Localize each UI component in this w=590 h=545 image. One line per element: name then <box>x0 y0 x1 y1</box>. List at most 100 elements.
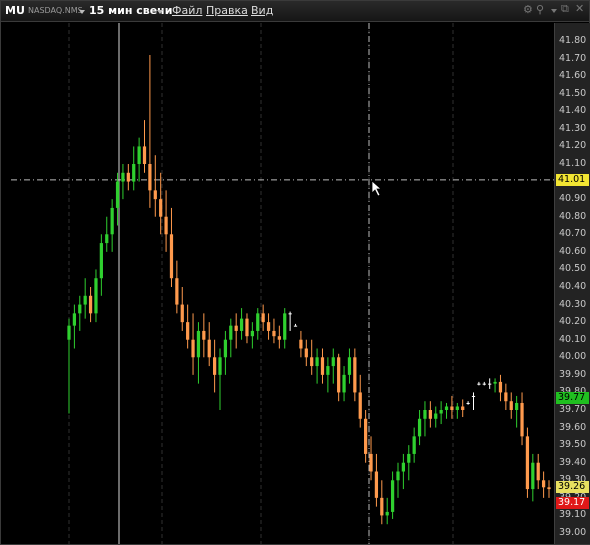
exchange-label[interactable]: NASDAQ.NMS <box>28 6 83 15</box>
price-tick-label: 40.20 <box>559 316 587 328</box>
window-menu-icon[interactable] <box>551 9 557 13</box>
candle-body <box>277 336 281 340</box>
candle-body <box>234 325 238 331</box>
candle-body <box>488 383 492 385</box>
price-tick-label: 41.60 <box>559 70 587 82</box>
candle-body <box>477 383 481 385</box>
candle-body <box>261 313 265 323</box>
candle-body <box>347 357 352 375</box>
last-price-label: 39.26 <box>556 481 589 494</box>
candle-body <box>250 330 254 337</box>
candle-body <box>520 402 524 437</box>
candle-body <box>434 413 438 419</box>
candle-body <box>493 381 497 384</box>
chart-window: MU NASDAQ.NMS 15 мин свечи Файл Правка В… <box>0 0 590 545</box>
candle-body <box>439 410 443 414</box>
candle-body <box>159 199 163 217</box>
candle-body <box>536 462 540 481</box>
candle-body <box>504 392 508 402</box>
candle-body <box>288 313 292 315</box>
settings-icon[interactable]: ⚙ <box>523 3 533 16</box>
price-tick-label: 39.90 <box>559 368 587 380</box>
price-tick-label: 41.20 <box>559 140 587 152</box>
candle-body <box>525 436 530 490</box>
candle-body <box>304 348 308 358</box>
candle-body <box>531 462 535 490</box>
candle-body <box>256 313 260 331</box>
price-tick-label: 40.00 <box>559 351 587 363</box>
price-tick-label: 41.30 <box>559 122 587 134</box>
candle-body <box>272 330 276 337</box>
candle-body <box>390 480 395 512</box>
candle-body <box>88 295 93 314</box>
candle-body <box>283 313 287 340</box>
candle-body <box>148 164 152 191</box>
candle-body <box>223 339 228 358</box>
candle-body <box>374 471 379 498</box>
candle-body <box>331 357 335 367</box>
candle-body <box>132 164 136 182</box>
candle-body <box>364 418 368 454</box>
price-tick-label: 41.70 <box>559 52 587 64</box>
menu-edit[interactable]: Правка <box>206 4 248 17</box>
candle-body <box>175 278 179 305</box>
candle-body <box>299 339 303 349</box>
interval-dropdown-icon[interactable] <box>157 10 163 14</box>
price-tick-label: 40.40 <box>559 281 587 292</box>
candle-body <box>202 330 206 340</box>
candle-body <box>218 357 222 375</box>
candle-body <box>245 318 249 337</box>
price-tick-label: 39.10 <box>559 509 587 521</box>
candle-body <box>142 146 147 164</box>
candle-body <box>153 190 157 200</box>
candle-body <box>315 357 319 367</box>
price-tick-label: 39.50 <box>559 439 587 451</box>
candle-body <box>207 339 211 358</box>
candle-body <box>320 357 325 375</box>
price-tick-label: 41.50 <box>559 87 587 99</box>
price-tick-label: 39.00 <box>559 527 587 538</box>
candle-body <box>428 410 432 419</box>
price-tick-label: 41.40 <box>559 105 587 117</box>
menu-file[interactable]: Файл <box>172 4 202 17</box>
candlestick-chart[interactable] <box>11 23 554 544</box>
candle-body <box>213 357 217 375</box>
candle-body <box>396 471 400 481</box>
candle-body <box>547 487 551 490</box>
candle-body <box>99 243 103 279</box>
price-tick-label: 40.60 <box>559 245 587 257</box>
candle-body <box>423 410 427 419</box>
candle-body <box>417 418 422 437</box>
candle-body <box>196 330 201 358</box>
candle-body <box>450 406 454 410</box>
candle-body <box>186 322 190 340</box>
price-axis[interactable]: 41.80 41.70 41.60 41.50 41.40 41.30 41.20 41.10… <box>554 23 590 544</box>
pin-icon[interactable]: ⚲ <box>536 3 544 16</box>
candle-body <box>293 325 298 327</box>
candle-body <box>444 406 449 410</box>
price-tick-label: 40.90 <box>559 193 587 205</box>
candle-body <box>121 172 125 182</box>
candle-body <box>169 234 174 279</box>
candle-body <box>266 322 271 331</box>
price-tick-label: 41.10 <box>559 158 587 169</box>
candle-body <box>509 401 513 410</box>
price-tick-label: 40.80 <box>559 210 587 222</box>
menu-view[interactable]: Вид <box>251 4 273 17</box>
detach-icon[interactable]: ⧉ <box>561 2 569 16</box>
symbol-label[interactable]: MU <box>5 4 25 17</box>
candle-body <box>191 339 195 358</box>
candle-body <box>72 313 77 326</box>
candle-body <box>515 402 519 410</box>
price-chart[interactable] <box>11 23 554 544</box>
exchange-dropdown-icon[interactable] <box>79 10 85 14</box>
candle-body <box>401 462 405 472</box>
price-tick-label: 40.50 <box>559 263 587 275</box>
candle-body <box>353 357 357 393</box>
candle-body <box>94 278 98 314</box>
price-tick-label: 39.60 <box>559 421 587 433</box>
close-icon[interactable]: ✕ <box>575 2 584 15</box>
candle-body <box>105 234 109 244</box>
candle-body <box>126 172 130 182</box>
candle-body <box>471 395 476 397</box>
